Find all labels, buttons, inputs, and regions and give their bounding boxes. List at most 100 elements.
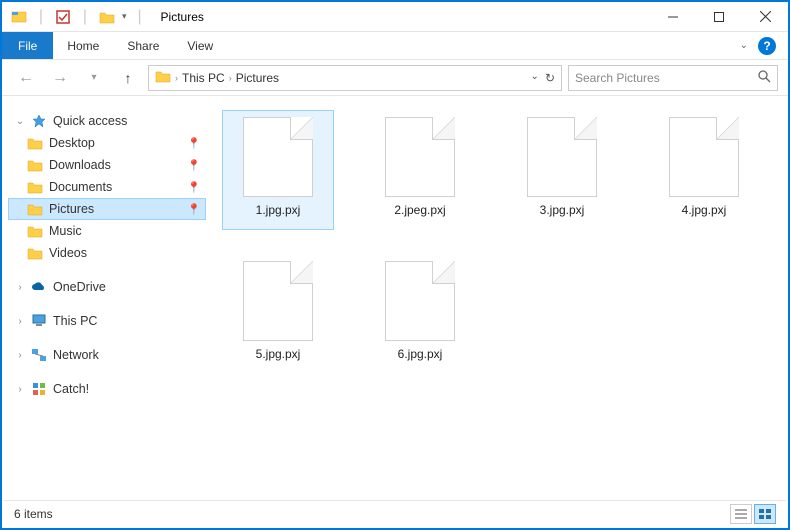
status-bar: 6 items <box>4 500 786 526</box>
close-button[interactable] <box>742 2 788 32</box>
qat-separator3: | <box>131 8 149 26</box>
file-item[interactable]: 5.jpg.pxj <box>222 254 334 374</box>
file-tab[interactable]: File <box>2 32 53 59</box>
window-title: Pictures <box>161 10 204 24</box>
file-icon <box>243 117 313 197</box>
caret-right-icon[interactable]: › <box>15 384 25 395</box>
file-icon <box>527 117 597 197</box>
pin-icon: 📍 <box>187 137 201 150</box>
sidebar-item-desktop[interactable]: Desktop📍 <box>8 132 206 154</box>
breadcrumb-current[interactable]: Pictures <box>236 71 279 85</box>
file-item[interactable]: 1.jpg.pxj <box>222 110 334 230</box>
main-area: ⌄ Quick access Desktop📍Downloads📍Documen… <box>2 96 788 502</box>
chevron-right-icon[interactable]: › <box>175 73 178 83</box>
caret-right-icon[interactable]: › <box>15 350 25 361</box>
minimize-button[interactable] <box>650 2 696 32</box>
caret-down-icon[interactable]: ⌄ <box>15 116 25 127</box>
nav-label: Catch! <box>53 382 89 396</box>
file-name: 3.jpg.pxj <box>540 203 585 217</box>
search-icon[interactable] <box>757 69 771 86</box>
nav-thispc[interactable]: › This PC <box>8 310 206 332</box>
recent-locations-button[interactable]: ▾ <box>80 64 108 92</box>
folder-icon <box>27 157 43 173</box>
sidebar-item-label: Documents <box>49 180 112 194</box>
sidebar-item-label: Music <box>49 224 82 238</box>
sidebar-item-label: Pictures <box>49 202 94 216</box>
breadcrumb-root-icon[interactable] <box>155 69 171 86</box>
tab-share[interactable]: Share <box>113 32 173 59</box>
quick-access-icon <box>31 113 47 129</box>
nav-label: Network <box>53 348 99 362</box>
file-item[interactable]: 6.jpg.pxj <box>364 254 476 374</box>
nav-label: This PC <box>53 314 97 328</box>
explorer-icon <box>10 8 28 26</box>
folder-icon <box>27 245 43 261</box>
qat-separator1: | <box>32 8 50 26</box>
chevron-right-icon[interactable]: › <box>229 73 232 83</box>
folder-icon <box>27 201 43 217</box>
sidebar-item-label: Videos <box>49 246 87 260</box>
search-input[interactable]: Search Pictures <box>568 65 778 91</box>
ribbon-expand-icon[interactable]: ⌄ <box>740 40 748 51</box>
file-grid[interactable]: 1.jpg.pxj 2.jpeg.pxj 3.jpg.pxj 4.jpg.pxj 5.j… <box>212 96 788 502</box>
maximize-button[interactable] <box>696 2 742 32</box>
address-dropdown-icon[interactable]: ⌄ <box>531 71 539 85</box>
caret-right-icon[interactable]: › <box>15 282 25 293</box>
back-button[interactable]: ← <box>12 64 40 92</box>
nav-network[interactable]: › Network <box>8 344 206 366</box>
folder-icon[interactable] <box>98 8 116 26</box>
up-button[interactable]: ↑ <box>114 64 142 92</box>
quick-access-toolbar: | | ▾ | Pictures <box>2 8 204 26</box>
sidebar-item-downloads[interactable]: Downloads 📍 <box>8 154 206 176</box>
thispc-icon <box>31 313 47 329</box>
file-name: 5.jpg.pxj <box>256 347 301 361</box>
ribbon: File Home Share View ⌄ ? <box>2 32 788 60</box>
onedrive-icon <box>31 279 47 295</box>
qat-dropdown-icon[interactable]: ▾ <box>122 11 127 22</box>
help-icon[interactable]: ? <box>758 37 776 55</box>
navigation-pane: ⌄ Quick access Desktop📍Downloads📍Documen… <box>2 96 212 502</box>
sidebar-item-pictures[interactable]: Pictures 📍 <box>8 198 206 220</box>
nav-quick-access[interactable]: ⌄ Quick access <box>8 110 206 132</box>
sidebar-item-documents[interactable]: Documents 📍 <box>8 176 206 198</box>
file-item[interactable]: 3.jpg.pxj <box>506 110 618 230</box>
sidebar-item-music[interactable]: Music <box>8 220 206 242</box>
details-view-button[interactable] <box>730 504 752 524</box>
folder-icon <box>27 135 43 151</box>
folder-icon <box>27 179 43 195</box>
qat-separator2: | <box>76 8 94 26</box>
sidebar-item-label: Downloads <box>49 158 111 172</box>
forward-button[interactable]: → <box>46 64 74 92</box>
file-icon <box>385 117 455 197</box>
address-bar[interactable]: › This PC › Pictures ⌄ ↻ <box>148 65 562 91</box>
network-icon <box>31 347 47 363</box>
properties-icon[interactable] <box>54 8 72 26</box>
file-icon <box>669 117 739 197</box>
nav-onedrive[interactable]: › OneDrive <box>8 276 206 298</box>
file-name: 4.jpg.pxj <box>682 203 727 217</box>
pin-icon: 📍 <box>187 181 201 194</box>
folder-icon <box>27 223 43 239</box>
file-icon <box>385 261 455 341</box>
file-name: 2.jpeg.pxj <box>394 203 445 217</box>
tab-view[interactable]: View <box>173 32 227 59</box>
file-icon <box>243 261 313 341</box>
caret-right-icon[interactable]: › <box>15 316 25 327</box>
file-item[interactable]: 2.jpeg.pxj <box>364 110 476 230</box>
nav-label: Quick access <box>53 114 127 128</box>
icons-view-button[interactable] <box>754 504 776 524</box>
nav-catch[interactable]: › Catch! <box>8 378 206 400</box>
pin-icon: 📍 <box>187 159 201 172</box>
breadcrumb-thispc[interactable]: This PC <box>182 71 225 85</box>
refresh-icon[interactable]: ↻ <box>545 71 555 85</box>
file-name: 1.jpg.pxj <box>256 203 301 217</box>
catch-icon <box>31 381 47 397</box>
file-item[interactable]: 4.jpg.pxj <box>648 110 760 230</box>
file-name: 6.jpg.pxj <box>398 347 443 361</box>
item-count: 6 items <box>14 507 53 521</box>
sidebar-item-videos[interactable]: Videos <box>8 242 206 264</box>
pin-icon: 📍 <box>187 203 201 216</box>
window-controls <box>650 2 788 32</box>
search-placeholder: Search Pictures <box>575 71 660 85</box>
tab-home[interactable]: Home <box>53 32 113 59</box>
